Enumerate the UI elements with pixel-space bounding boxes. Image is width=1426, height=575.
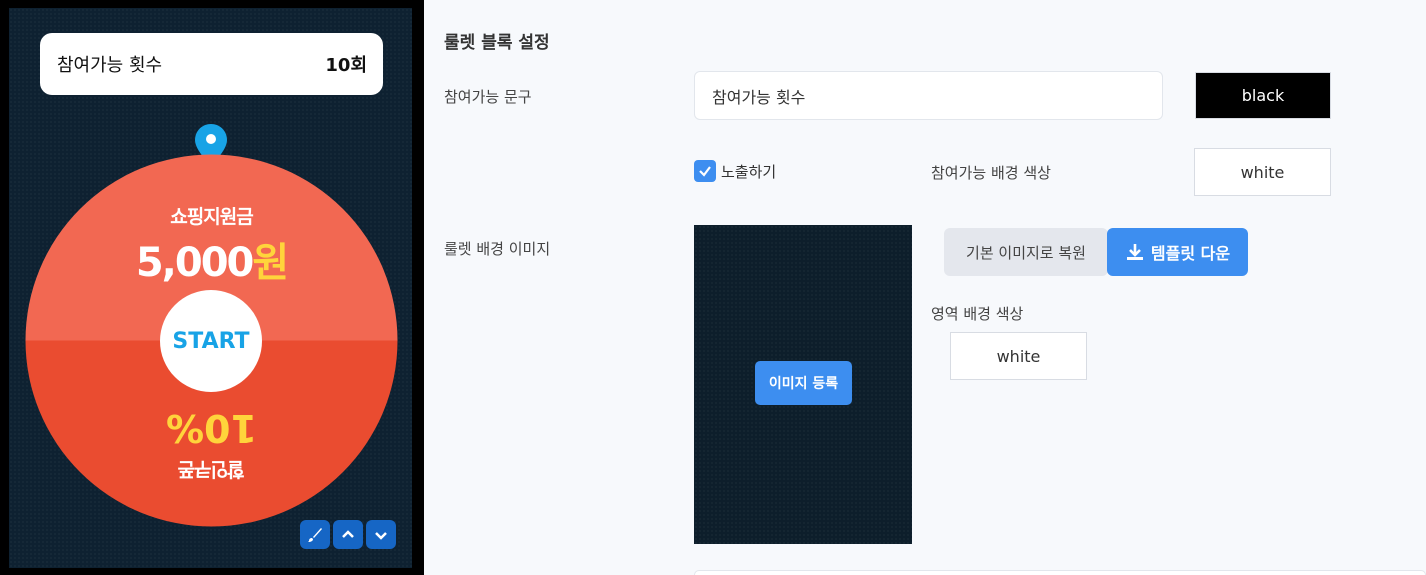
move-down-button[interactable] xyxy=(366,520,396,549)
bg-color-picker[interactable]: white xyxy=(1194,148,1331,196)
roulette-preview: 참여가능 횟수 10회 쇼핑지원금 5,000원 START 10% 할인쿠폰 xyxy=(0,0,424,575)
amount-unit: 원 xyxy=(252,240,289,286)
download-icon xyxy=(1126,244,1143,260)
phrase-color-picker[interactable]: black xyxy=(1195,72,1331,119)
block-toolbar xyxy=(300,520,396,549)
roulette-wheel[interactable]: 쇼핑지원금 5,000원 START 10% 할인쿠폰 xyxy=(25,154,398,527)
chevron-up-icon xyxy=(342,529,354,538)
phrase-input[interactable] xyxy=(694,71,1163,120)
bg-image-preview: 이미지 등록 xyxy=(694,225,912,544)
move-up-button[interactable] xyxy=(333,520,363,549)
restore-default-button[interactable]: 기본 이미지로 복원 xyxy=(944,228,1108,276)
checkmark-icon xyxy=(699,166,711,177)
show-checkbox-label: 노출하기 xyxy=(721,162,777,181)
top-segment-title: 쇼핑지원금 xyxy=(170,206,253,228)
preview-canvas: 참여가능 횟수 10회 쇼핑지원금 5,000원 START 10% 할인쿠폰 xyxy=(9,8,412,568)
template-download-button[interactable]: 템플릿 다운 xyxy=(1107,228,1248,276)
bg-color-label: 참여가능 배경 색상 xyxy=(931,164,1051,182)
top-segment-amount: 5,000원 xyxy=(25,230,398,288)
bottom-segment-sub: 할인쿠폰 xyxy=(178,458,245,480)
bottom-segment-title: 10% xyxy=(166,406,257,450)
show-checkbox-row[interactable]: 노출하기 xyxy=(694,160,776,182)
settings-panel: 룰렛 블록 설정 참여가능 문구 black 노출하기 참여가능 배경 색상 w… xyxy=(424,0,1426,575)
count-value: 10회 xyxy=(325,55,367,76)
start-button[interactable]: START xyxy=(160,290,262,392)
next-field-edge xyxy=(694,570,1426,575)
edit-block-button[interactable] xyxy=(300,520,330,549)
register-image-button[interactable]: 이미지 등록 xyxy=(755,361,852,405)
chevron-down-icon xyxy=(375,531,387,540)
brush-icon xyxy=(308,527,322,542)
area-bg-label: 영역 배경 색상 xyxy=(931,305,1024,323)
phrase-label: 참여가능 문구 xyxy=(444,88,532,106)
section-title: 룰렛 블록 설정 xyxy=(444,33,550,53)
count-label: 참여가능 횟수 xyxy=(57,55,163,76)
participation-count-box: 참여가능 횟수 10회 xyxy=(40,33,383,95)
amount-number: 5,000 xyxy=(135,240,255,286)
area-bg-color-picker[interactable]: white xyxy=(950,332,1087,380)
show-checkbox[interactable] xyxy=(694,160,716,182)
bg-image-label: 룰렛 배경 이미지 xyxy=(444,240,551,258)
template-download-label: 템플릿 다운 xyxy=(1150,244,1231,263)
